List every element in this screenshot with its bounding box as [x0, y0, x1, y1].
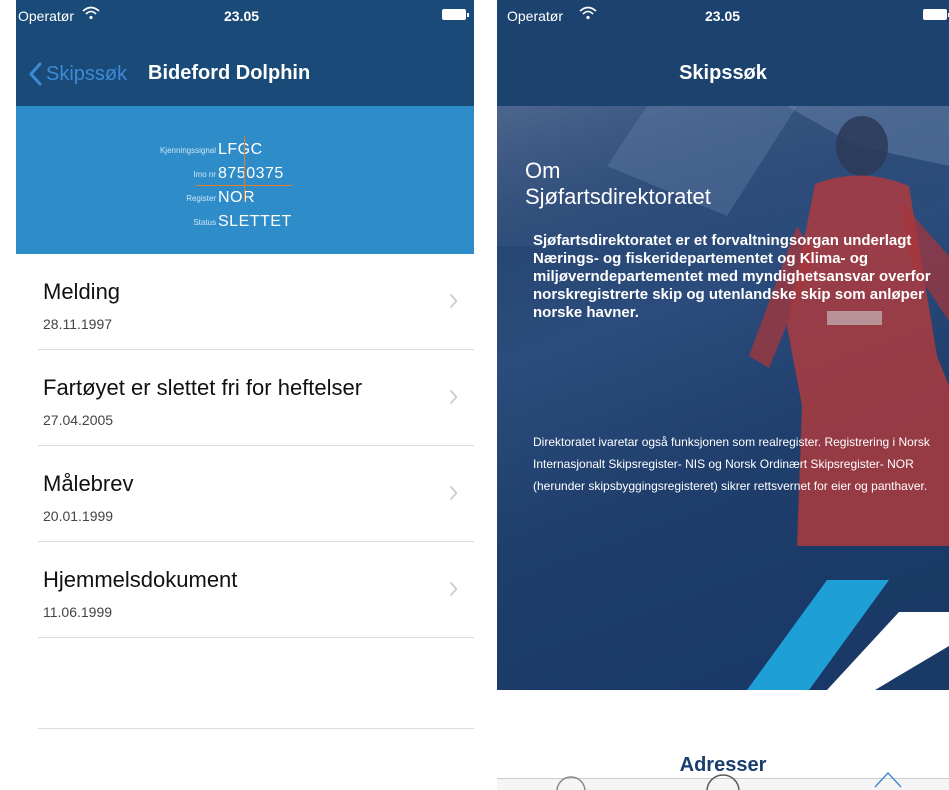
about-screen: Operatør 23.05 Skipssøk Om Sjøfartsdirek…	[497, 0, 949, 790]
addresses-section: Adresser	[497, 690, 949, 790]
list-item-date: 27.04.2005	[43, 412, 114, 428]
carrier-label: Operatør	[18, 8, 75, 24]
battery-icon	[442, 9, 469, 20]
chevron-right-icon	[449, 389, 458, 405]
info-tab-icon[interactable]	[703, 771, 743, 790]
about-heading: Om Sjøfartsdirektoratet	[525, 158, 711, 210]
chevron-right-icon	[449, 581, 458, 597]
back-button[interactable]: Skipssøk	[28, 62, 127, 86]
chevron-right-icon	[449, 485, 458, 501]
chevron-left-icon	[29, 62, 42, 86]
carrier-label: Operatør	[507, 8, 564, 24]
list-item-document[interactable]: Målebrev 20.01.1999	[16, 446, 474, 542]
hero-banner: Om Sjøfartsdirektoratet Sjøfartsdirektor…	[497, 106, 949, 690]
list-item-title: Hjemmelsdokument	[43, 567, 238, 592]
home-tab-icon[interactable]	[871, 767, 905, 790]
ship-detail-screen: Operatør 23.05 Skipssøk Bideford Dolphin…	[16, 0, 474, 790]
chevron-right-icon	[449, 293, 458, 309]
battery-icon	[923, 9, 949, 20]
wifi-icon	[82, 6, 100, 20]
info-value: NOR	[218, 189, 256, 206]
crosshair-horizontal	[196, 185, 292, 186]
about-lead-text: Sjøfartsdirektoratet er et forvaltningso…	[533, 232, 931, 321]
info-label: Register	[186, 194, 216, 203]
search-tab-icon[interactable]	[553, 773, 589, 790]
list-item-title: Målebrev	[43, 471, 134, 496]
about-heading-line2: Sjøfartsdirektoratet	[525, 184, 711, 209]
list-item-date: 28.11.1997	[43, 316, 113, 332]
wifi-icon	[579, 6, 597, 20]
ship-info-panel: Kjenningssignal LFGC Imo nr 8750375 Regi…	[16, 106, 474, 254]
list-item-document[interactable]: Hjemmelsdokument 11.06.1999	[16, 542, 474, 638]
status-bar: Operatør 23.05	[16, 0, 474, 40]
list-item-document[interactable]: Melding 28.11.1997	[16, 254, 474, 350]
info-value: 8750375	[218, 165, 284, 182]
list-item-title: Melding	[43, 279, 121, 304]
clock: 23.05	[705, 8, 741, 24]
info-label: Status	[193, 218, 216, 227]
list-item-date: 11.06.1999	[43, 604, 113, 620]
document-list: Melding 28.11.1997 Fartøyet er slettet f…	[16, 254, 474, 638]
info-row-register: Register NOR	[16, 188, 474, 210]
info-value: SLETTET	[218, 213, 292, 230]
nav-bar: Skipssøk	[497, 40, 949, 106]
clock: 23.05	[224, 8, 260, 24]
list-item-title: Fartøyet er slettet fri for heftelser	[43, 375, 363, 400]
crosshair-vertical	[244, 136, 245, 202]
info-label: Kjenningssignal	[159, 146, 216, 155]
page-title: Skipssøk	[679, 62, 767, 84]
page-title: Bideford Dolphin	[148, 62, 311, 84]
nav-bar: Skipssøk Bideford Dolphin	[16, 40, 474, 106]
info-row-status: Status SLETTET	[16, 212, 474, 234]
list-item-document[interactable]: Fartøyet er slettet fri for heftelser 27…	[16, 350, 474, 446]
back-button-label: Skipssøk	[46, 62, 128, 85]
info-row-call-sign: Kjenningssignal LFGC	[16, 140, 474, 162]
info-label: Imo nr	[193, 170, 216, 179]
tab-bar	[497, 771, 949, 790]
status-bar: Operatør 23.05	[497, 0, 949, 40]
list-divider	[38, 728, 474, 729]
info-value: LFGC	[218, 141, 263, 158]
about-body-text: Direktoratet ivaretar også funksjonen so…	[533, 435, 930, 493]
info-row-imo: Imo nr 8750375	[16, 164, 474, 186]
about-heading-line1: Om	[525, 158, 561, 183]
list-item-date: 20.01.1999	[43, 508, 114, 524]
